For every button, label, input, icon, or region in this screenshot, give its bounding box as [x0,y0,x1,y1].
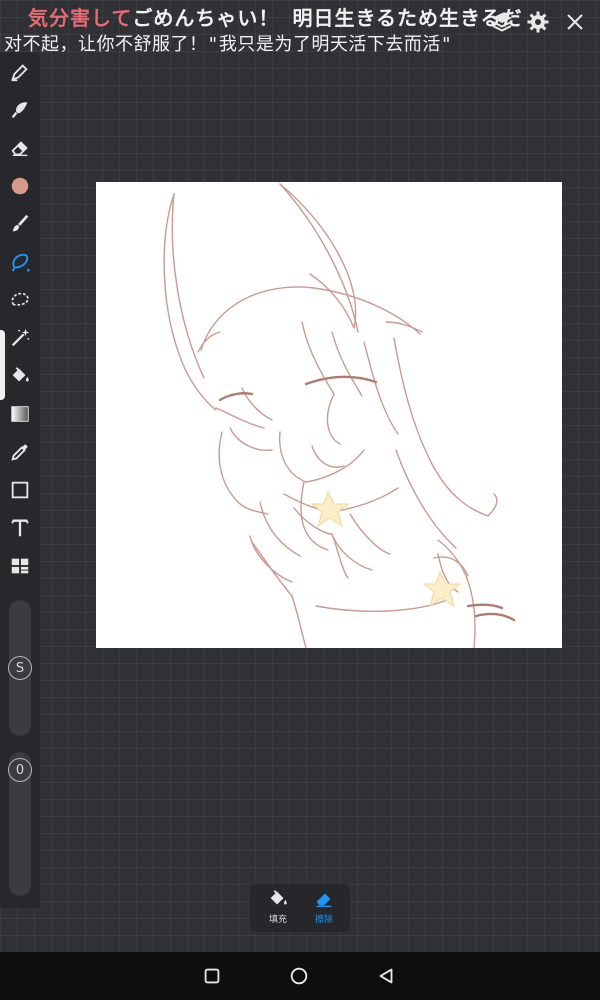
text-tool[interactable] [6,514,34,542]
eyedropper-icon [11,444,28,461]
drawing-canvas[interactable] [96,182,562,648]
lasso-select-icon [11,292,29,306]
shape-tool[interactable] [6,476,34,504]
gradient-tool[interactable] [6,400,34,428]
home-button[interactable] [287,964,311,988]
smudge-icon [11,102,28,119]
rectangle-icon [11,481,29,499]
caption-line-1-text: ごめんちゃい！ 明日生きるため生きるだ [132,6,523,30]
recents-button[interactable] [200,964,224,988]
gradient-icon [11,406,29,422]
brush-size-marker[interactable]: S [8,656,32,680]
text-icon [11,519,29,537]
selection-tool[interactable] [6,286,34,314]
eraser-icon [316,893,332,908]
square-icon [204,968,220,984]
paint-bucket-icon [12,367,29,382]
opacity-slider[interactable]: 0 [8,752,32,896]
magic-wand-tool[interactable] [6,324,34,352]
toolbar-handle[interactable] [0,330,5,400]
lasso-fill-icon [11,253,30,272]
brush-size-slider[interactable]: S [8,600,32,736]
erase-mode-button[interactable]: 擦除 [300,886,348,930]
eraser-tool[interactable] [6,134,34,162]
lasso-fill-tool[interactable] [6,248,34,276]
settings-button[interactable] [524,8,552,36]
close-button[interactable] [561,8,589,36]
caption-line-1-highlight: 気分害して [28,6,133,30]
layers-button[interactable] [488,8,516,36]
eraser-icon [11,141,28,157]
layers-icon [492,13,512,32]
color-picker-button[interactable] [6,172,34,200]
back-button[interactable] [374,964,398,988]
sketch-artwork [163,183,516,648]
pen-tool[interactable] [6,58,34,86]
paint-bucket-icon [270,890,287,905]
fill-mode-button[interactable]: 填充 [254,886,302,930]
close-icon [567,14,583,30]
pen-icon [11,64,28,82]
eyedropper-tool[interactable] [6,438,34,466]
opacity-marker[interactable]: 0 [8,758,32,782]
current-color-swatch [11,177,29,195]
gear-icon [527,11,549,33]
brush-icon [12,214,29,232]
magic-wand-icon [11,328,30,347]
triangle-back-icon [379,968,393,984]
layout-tool[interactable] [6,552,34,580]
circle-icon [290,967,308,985]
tool-sidebar: S 0 [0,52,40,908]
erase-mode-label: 擦除 [314,915,333,925]
fill-mode-label: 填充 [268,915,287,925]
system-navigation-bar [0,952,600,1000]
fill-mode-panel: 填充 擦除 [250,884,350,932]
smudge-tool[interactable] [6,96,34,124]
fill-tool[interactable] [6,362,34,390]
grid-layout-icon [11,558,29,574]
brush-tool[interactable] [6,210,34,238]
